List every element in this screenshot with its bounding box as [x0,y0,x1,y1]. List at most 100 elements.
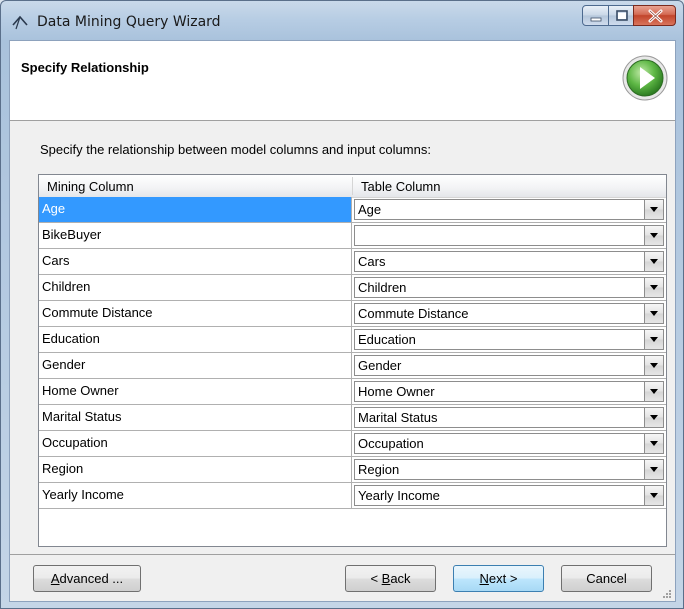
chevron-down-icon [650,285,658,290]
title-bar[interactable]: Data Mining Query Wizard [1,1,683,41]
mining-column-cell[interactable]: Region [39,457,352,483]
table-column-cell: Gender [352,353,666,379]
table-column-cell: Occupation [352,431,666,457]
table-column-dropdown[interactable]: Education [354,329,664,350]
table-column-dropdown[interactable]: Age [354,199,664,220]
close-icon [648,9,663,23]
dropdown-button[interactable] [644,408,663,427]
dropdown-button[interactable] [644,304,663,323]
mining-column-cell[interactable]: Age [39,197,352,223]
advanced-label: dvanced ... [59,571,124,586]
mining-column-cell[interactable]: Education [39,327,352,353]
next-button[interactable]: Next > [453,565,544,592]
table-column-dropdown[interactable]: Region [354,459,664,480]
mining-column-cell[interactable]: Gender [39,353,352,379]
table-column-dropdown[interactable]: Occupation [354,433,664,454]
dropdown-value: Gender [358,358,402,373]
dropdown-button[interactable] [644,226,663,245]
chevron-down-icon [650,467,658,472]
table-row[interactable]: Education Education [39,327,666,353]
mining-column-cell[interactable]: BikeBuyer [39,223,352,249]
dropdown-button[interactable] [644,356,663,375]
maximize-button[interactable] [608,5,634,26]
mining-column-cell[interactable]: Children [39,275,352,301]
dropdown-button[interactable] [644,486,663,505]
page-title: Specify Relationship [21,60,149,75]
chevron-down-icon [650,207,658,212]
column-divider[interactable] [352,177,353,195]
mining-column-cell[interactable]: Marital Status [39,405,352,431]
minimize-icon [590,17,602,22]
dropdown-button[interactable] [644,278,663,297]
table-row[interactable]: Cars Cars [39,249,666,275]
dropdown-button[interactable] [644,434,663,453]
table-column-cell: Yearly Income [352,483,666,509]
table-row[interactable]: Home Owner Home Owner [39,379,666,405]
mining-column-cell[interactable]: Commute Distance [39,301,352,327]
column-header-mining[interactable]: Mining Column [47,179,134,194]
dropdown-value: Education [358,332,416,347]
close-button[interactable] [633,5,676,26]
table-row[interactable]: Yearly Income Yearly Income [39,483,666,509]
table-row[interactable]: Children Children [39,275,666,301]
table-row[interactable]: Marital Status Marital Status [39,405,666,431]
chevron-down-icon [650,337,658,342]
table-column-dropdown[interactable]: Gender [354,355,664,376]
table-column-dropdown[interactable]: Marital Status [354,407,664,428]
chevron-down-icon [650,441,658,446]
dropdown-button[interactable] [644,200,663,219]
dropdown-value: Yearly Income [358,488,440,503]
next-mnemonic: N [479,571,489,586]
table-column-cell: Education [352,327,666,353]
dropdown-value: Region [358,462,400,477]
table-row[interactable]: Region Region [39,457,666,483]
dropdown-button[interactable] [644,382,663,401]
table-column-dropdown[interactable] [354,225,664,246]
table-row[interactable]: Age Age [39,197,666,223]
table-column-cell: Marital Status [352,405,666,431]
instruction-text: Specify the relationship between model c… [40,142,431,157]
maximize-icon [616,10,628,21]
advanced-mnemonic: A [50,571,60,586]
minimize-button[interactable] [582,5,609,26]
wizard-window: Data Mining Query Wizard Specify Relatio… [0,0,684,609]
table-column-cell: Age [352,197,666,223]
chevron-down-icon [650,311,658,316]
dropdown-button[interactable] [644,330,663,349]
dropdown-button[interactable] [644,460,663,479]
table-column-dropdown[interactable]: Commute Distance [354,303,664,324]
back-button[interactable]: < Back [345,565,436,592]
table-column-cell: Commute Distance [352,301,666,327]
table-row[interactable]: Occupation Occupation [39,431,666,457]
mining-column-cell[interactable]: Home Owner [39,379,352,405]
mining-column-cell[interactable]: Yearly Income [39,483,352,509]
chevron-down-icon [650,259,658,264]
table-column-cell: Home Owner [352,379,666,405]
resize-grip-icon[interactable] [660,587,672,599]
table-column-dropdown[interactable]: Yearly Income [354,485,664,506]
dropdown-value: Children [358,280,407,295]
mining-column-cell[interactable]: Occupation [39,431,352,457]
mining-column-cell[interactable]: Cars [39,249,352,275]
table-row[interactable]: Gender Gender [39,353,666,379]
dropdown-value: Cars [358,254,386,269]
cancel-button[interactable]: Cancel [561,565,652,592]
dropdown-button[interactable] [644,252,663,271]
table-row[interactable]: BikeBuyer [39,223,666,249]
dropdown-value: Commute Distance [358,306,469,321]
table-column-dropdown[interactable]: Children [354,277,664,298]
back-label: ack [390,571,411,586]
table-row[interactable]: Commute Distance Commute Distance [39,301,666,327]
wizard-app-icon [12,15,28,30]
table-column-cell [352,223,666,249]
column-header-table[interactable]: Table Column [361,179,441,194]
chevron-down-icon [650,493,658,498]
dropdown-value: Marital Status [358,410,438,425]
dropdown-value: Age [358,202,382,217]
chevron-down-icon [650,363,658,368]
footer-divider [10,554,675,555]
chevron-down-icon [650,389,658,394]
advanced-button[interactable]: Advanced ... [33,565,141,592]
table-column-dropdown[interactable]: Cars [354,251,664,272]
table-column-dropdown[interactable]: Home Owner [354,381,664,402]
